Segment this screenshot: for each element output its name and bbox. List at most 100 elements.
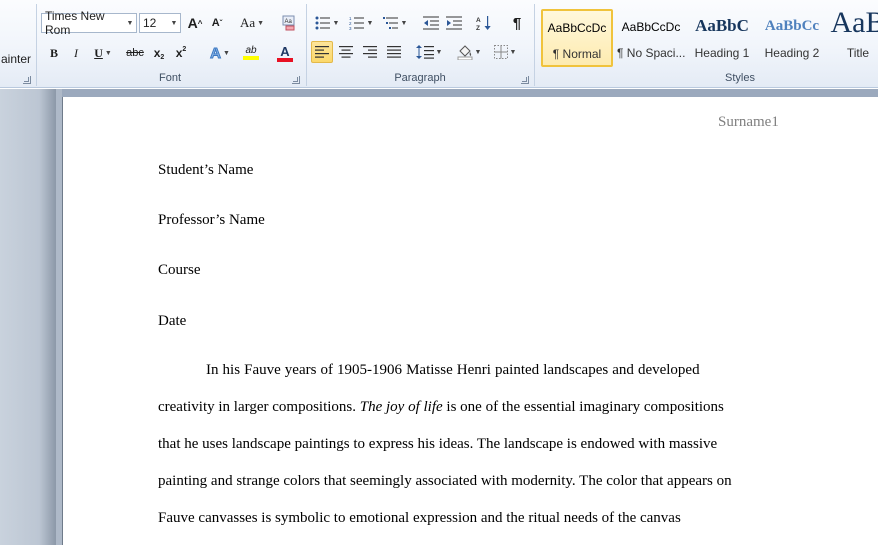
clear-formatting-button[interactable]: Aa	[278, 12, 300, 34]
body-paragraph-line[interactable]: painting and strange colors that seeming…	[158, 473, 732, 490]
justify-button[interactable]	[383, 41, 405, 63]
numbering-button[interactable]: 1 2 3 ▼	[346, 12, 376, 34]
borders-icon	[493, 45, 508, 59]
align-left-button[interactable]	[311, 41, 333, 63]
highlight-color-bar	[243, 56, 259, 60]
style-heading-1[interactable]: AaBbC Heading 1	[688, 9, 756, 67]
font-color-button[interactable]: A	[270, 42, 300, 64]
svg-text:3: 3	[349, 26, 352, 30]
body-paragraph-line[interactable]: creativity in larger compositions. The j…	[158, 399, 724, 416]
paint-bucket-icon	[457, 45, 473, 60]
line-spacing-icon	[415, 45, 434, 59]
italic-icon: I	[74, 45, 78, 60]
strikethrough-icon: abc	[126, 47, 144, 59]
student-name-line[interactable]: Student’s Name	[158, 162, 253, 179]
align-center-button[interactable]	[335, 41, 357, 63]
style-heading-2[interactable]: AaBbCc Heading 2	[758, 9, 826, 67]
strikethrough-button[interactable]: abc	[124, 42, 146, 64]
text-effects-icon: A	[210, 44, 222, 62]
clear-formatting-icon: Aa	[282, 15, 295, 31]
artwork-title: The joy of life	[359, 399, 443, 415]
chevron-down-icon[interactable]: ▼	[168, 14, 180, 32]
body-text: is one of the essential imaginary compos…	[442, 399, 724, 415]
chevron-down-icon[interactable]: ▼	[124, 14, 136, 32]
sort-button[interactable]: A Z	[473, 12, 495, 34]
align-left-icon	[315, 46, 329, 58]
font-size-value: 12	[143, 16, 157, 30]
page-header-surname[interactable]: Surname1	[718, 114, 779, 131]
align-right-button[interactable]	[359, 41, 381, 63]
increase-indent-button[interactable]	[443, 12, 465, 34]
style-normal[interactable]: AaBbCcDc ¶ Normal	[541, 9, 613, 67]
highlighter-icon: ab	[245, 45, 257, 56]
borders-button[interactable]: ▼	[490, 41, 520, 63]
change-case-icon: Aa	[239, 15, 256, 30]
line-spacing-button[interactable]: ▼	[414, 41, 444, 63]
change-case-button[interactable]: Aa ▼	[237, 12, 267, 34]
body-paragraph-line[interactable]: that he uses landscape paintings to expr…	[158, 436, 717, 453]
font-color-bar	[277, 57, 293, 62]
course-line[interactable]: Course	[158, 262, 201, 279]
highlight-button[interactable]: ab	[236, 42, 266, 64]
ribbon: ainter Times New Rom ▼ 12 ▼ A ^ Aˇ Aa ▼ Aa…	[0, 0, 878, 88]
italic-button[interactable]: I	[66, 42, 86, 64]
align-right-icon	[363, 46, 377, 58]
font-name-value: Times New Rom	[45, 9, 105, 37]
font-name-combo[interactable]: Times New Rom ▼	[41, 9, 137, 37]
style-name: Heading 2	[764, 46, 820, 60]
format-painter-label: ainter	[1, 52, 32, 66]
decrease-indent-icon	[423, 16, 439, 30]
bullets-icon	[315, 16, 330, 30]
style-name: ¶ No Spaci...	[617, 46, 686, 60]
show-formatting-marks-button[interactable]: ¶	[506, 12, 528, 34]
clipboard-dialog-launcher-icon[interactable]	[23, 76, 31, 84]
pilcrow-icon: ¶	[512, 14, 522, 32]
style-title[interactable]: AaB Title	[828, 6, 878, 67]
bold-button[interactable]: B	[44, 42, 64, 64]
style-sample: AaBbC	[695, 16, 749, 35]
subscript-icon: x	[153, 46, 161, 60]
text-effects-button[interactable]: A ▼	[205, 42, 235, 64]
numbering-icon: 1 2 3	[349, 16, 364, 30]
style-sample: AaBbCcDc	[621, 20, 681, 34]
vertical-ruler	[0, 89, 62, 545]
font-dialog-launcher-icon[interactable]	[292, 76, 300, 84]
style-name: Title	[846, 46, 870, 60]
style-name: ¶ Normal	[552, 47, 602, 61]
body-paragraph-line[interactable]: In his Fauve years of 1905-1906 Matisse …	[206, 362, 700, 379]
multilevel-list-button[interactable]: ▼	[380, 12, 410, 34]
styles-group-label: Styles	[725, 72, 755, 84]
group-separator	[36, 4, 37, 86]
grow-font-icon: A	[187, 15, 198, 31]
bullets-button[interactable]: ▼	[312, 12, 342, 34]
svg-text:Z: Z	[476, 25, 480, 31]
paragraph-dialog-launcher-icon[interactable]	[521, 76, 529, 84]
svg-text:A: A	[476, 17, 481, 24]
style-no-spacing[interactable]: AaBbCcDc ¶ No Spaci...	[616, 9, 686, 67]
format-painter-button[interactable]: ainter	[0, 48, 32, 70]
body-text: creativity in larger compositions.	[158, 399, 360, 415]
document-workspace: Surname1 Student’s Name Professor’s Name…	[0, 89, 878, 545]
group-separator	[534, 4, 535, 86]
style-sample: AaBbCcDc	[547, 21, 607, 35]
superscript-icon: x	[175, 46, 183, 60]
font-color-icon: A	[280, 43, 290, 59]
subscript-button[interactable]: x2	[149, 42, 169, 64]
shrink-font-button[interactable]: Aˇ	[207, 12, 227, 34]
paragraph-group-label: Paragraph	[394, 72, 446, 84]
font-size-combo[interactable]: 12 ▼	[139, 13, 181, 33]
body-paragraph-line[interactable]: Fauve canvasses is symbolic to emotional…	[158, 510, 681, 527]
style-name: Heading 1	[694, 46, 750, 60]
superscript-button[interactable]: x2	[171, 42, 191, 64]
professor-name-line[interactable]: Professor’s Name	[158, 212, 265, 229]
date-line[interactable]: Date	[158, 313, 186, 330]
decrease-indent-button[interactable]	[420, 12, 442, 34]
shading-button[interactable]: ▼	[454, 41, 484, 63]
justify-icon	[387, 46, 401, 58]
sort-icon: A Z	[476, 16, 491, 31]
grow-font-button[interactable]: A ^	[185, 12, 205, 34]
underline-icon: U	[94, 45, 103, 60]
document-page[interactable]: Surname1 Student’s Name Professor’s Name…	[62, 97, 878, 545]
underline-button[interactable]: U ▼	[89, 42, 117, 64]
font-group-label: Font	[158, 72, 181, 84]
